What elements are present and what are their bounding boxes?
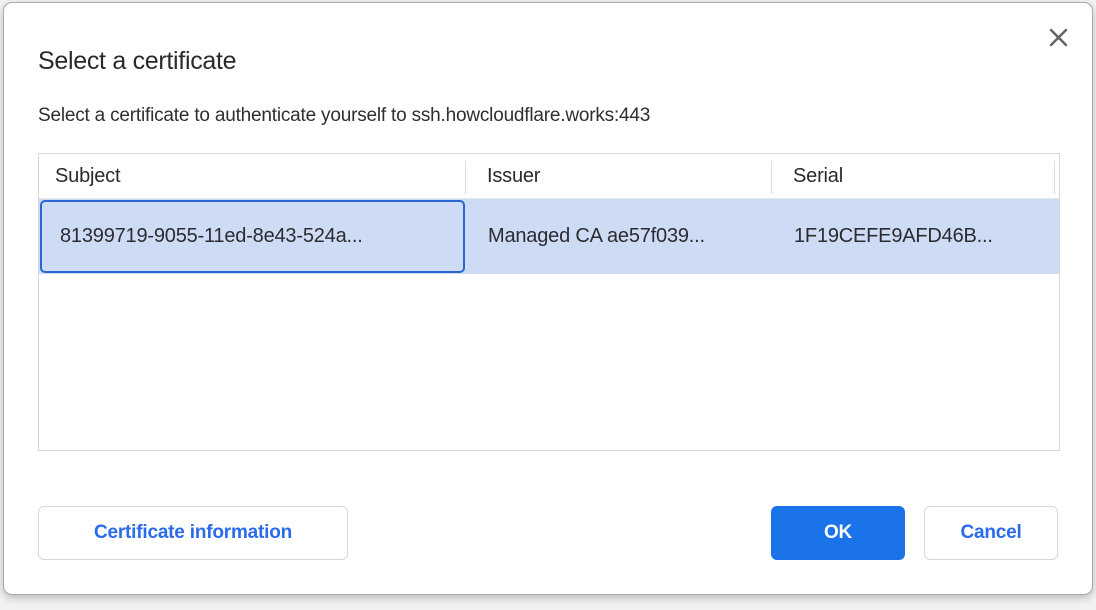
close-icon [1049,28,1068,47]
column-header-subject: Subject [39,154,465,198]
cell-issuer[interactable]: Managed CA ae57f039... [465,199,771,274]
ok-button[interactable]: OK [771,506,905,560]
cell-spacer [1054,199,1060,274]
dialog-title: Select a certificate [38,47,236,76]
dialog-subtitle: Select a certificate to authenticate you… [38,105,650,127]
column-header-serial: Serial [771,154,1054,198]
cell-subject[interactable]: 81399719-9055-11ed-8e43-524a... [40,200,465,273]
column-header-issuer: Issuer [465,154,771,198]
cell-serial[interactable]: 1F19CEFE9AFD46B... [771,199,1054,274]
close-button[interactable] [1044,23,1072,51]
table-header-row: Subject Issuer Serial [39,154,1059,199]
certificate-information-button[interactable]: Certificate information [38,506,348,560]
column-header-spacer [1054,154,1060,198]
certificate-select-dialog: Select a certificate Select a certificat… [3,2,1093,595]
cancel-button[interactable]: Cancel [924,506,1058,560]
certificate-table: Subject Issuer Serial 81399719-9055-11ed… [38,153,1060,451]
certificate-row[interactable]: 81399719-9055-11ed-8e43-524a... Managed … [39,199,1059,274]
